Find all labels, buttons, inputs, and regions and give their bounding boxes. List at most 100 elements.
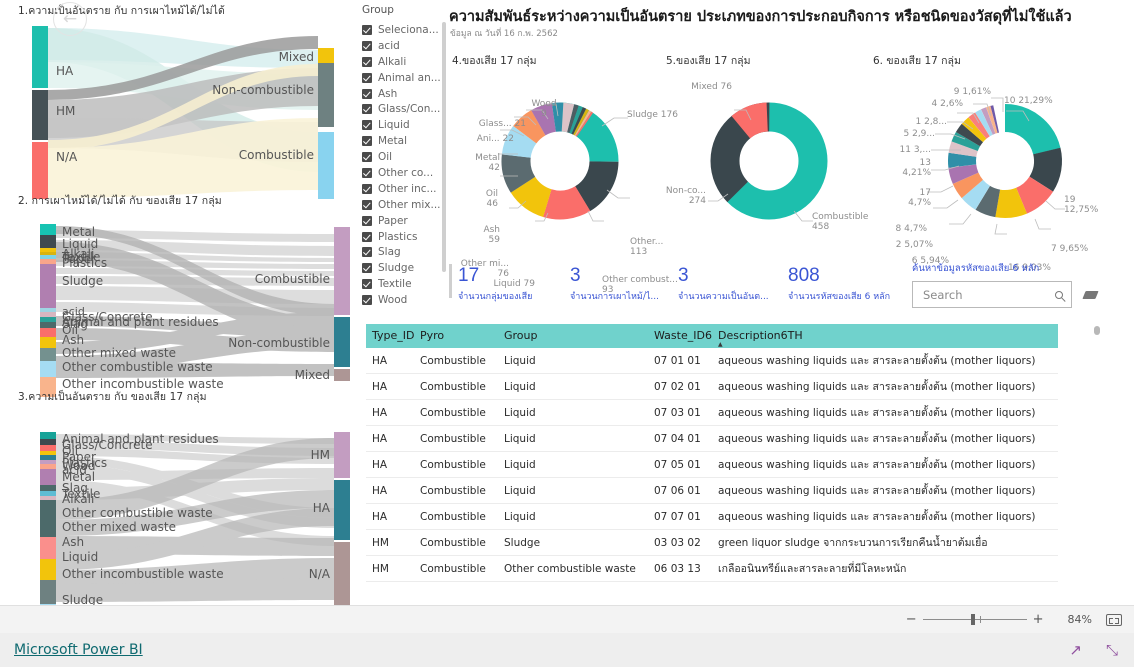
slicer-item[interactable]: Animal an... (362, 70, 446, 86)
checkbox-icon[interactable] (362, 183, 372, 194)
sankey-3-node-othercomb[interactable] (40, 500, 56, 537)
checkbox-icon[interactable] (362, 215, 372, 226)
sankey-1-node-ha[interactable] (32, 26, 48, 88)
checkbox-icon[interactable] (362, 40, 372, 51)
checkbox-icon[interactable] (362, 263, 372, 274)
slicer-item[interactable]: Other inc... (362, 181, 446, 197)
table-row[interactable]: HA Combustible Liquid 07 06 01 aqueous washi… (366, 477, 1058, 504)
search-panel[interactable]: ค้นหาข้อมูลรหัสของเสีย 6 หลัก (912, 261, 1099, 308)
checkbox-icon[interactable] (362, 279, 372, 290)
search-row[interactable] (912, 281, 1099, 308)
table-row[interactable]: HA Combustible Liquid 07 03 01 aqueous washi… (366, 399, 1058, 426)
checkbox-icon[interactable] (362, 231, 372, 242)
eraser-icon[interactable] (1082, 290, 1099, 299)
checkbox-icon[interactable] (362, 247, 372, 258)
zoom-in-button[interactable]: + (1027, 613, 1050, 626)
sankey-2-node-noncombustible[interactable] (334, 317, 350, 367)
column-header-description6th[interactable]: Description6TH (712, 324, 1058, 348)
sankey-2-node-sludge[interactable] (40, 264, 56, 308)
checkbox-icon[interactable] (362, 24, 372, 35)
slicer-item[interactable]: Other mix... (362, 197, 446, 213)
column-header-waste-id6[interactable]: Waste_ID6 (648, 324, 712, 348)
kpi-card-hazard-types[interactable]: 3 จำนวนความเป็นอันต... (678, 266, 769, 303)
sankey-2-node-oil[interactable] (40, 328, 56, 337)
slicer-item[interactable]: Metal (362, 133, 446, 149)
table-row[interactable]: HA Combustible Liquid 07 04 01 aqueous washi… (366, 425, 1058, 452)
sankey-1-node-na[interactable] (32, 142, 48, 199)
table-scrollbar-thumb[interactable] (1094, 326, 1100, 335)
search-input[interactable] (921, 286, 1051, 303)
sankey-3-node-hm[interactable] (334, 432, 350, 478)
slicer-item[interactable]: Glass/Con... (362, 101, 446, 117)
checkbox-icon[interactable] (362, 120, 372, 131)
slicer-item[interactable]: Seleciona... (362, 22, 446, 38)
donut-chart-4[interactable]: Sludge 176 Other... 113 Other combust... 9… (452, 66, 678, 295)
checkbox-icon[interactable] (362, 104, 372, 115)
table-row[interactable]: HM Combustible Sludge 03 03 02 green liquor … (366, 529, 1058, 556)
sankey-1-node-hm[interactable] (32, 90, 48, 140)
fit-to-page-icon[interactable] (1106, 613, 1122, 626)
sankey-3-node-animal[interactable] (40, 432, 56, 439)
slicer-item[interactable]: Plastics (362, 229, 446, 245)
table-row[interactable]: HA Combustible Liquid 07 01 01 aqueous washi… (366, 348, 1058, 374)
kpi-card-combustion-types[interactable]: 3 จำนวนการเผาไหม้/ไ... (570, 266, 659, 303)
checkbox-icon[interactable] (362, 72, 372, 83)
slicer-item[interactable]: Other co... (362, 165, 446, 181)
checkbox-icon[interactable] (362, 136, 372, 147)
sankey-1-node-comb[interactable] (318, 132, 334, 199)
sankey-2-node-metal[interactable] (40, 224, 56, 235)
sankey-3-node-liquid[interactable] (40, 580, 56, 604)
slicer-scrollbar[interactable] (442, 22, 446, 272)
kpi-card-waste-groups[interactable]: 17 จำนวนกลุ่มของเสีย (449, 264, 532, 303)
zoom-out-button[interactable]: − (900, 613, 923, 626)
sankey-chart-1[interactable]: 1.ความเป็นอันตราย กับ การเผาไหม้ได้/ไม่ไ… (0, 2, 360, 200)
sankey-1-node-noncomb[interactable] (318, 63, 334, 127)
slicer-item[interactable]: Ash (362, 86, 446, 102)
zoom-slider-thumb[interactable] (970, 614, 975, 625)
sankey-2-node-combustible[interactable] (334, 227, 350, 315)
sankey-3-node-ha[interactable] (334, 480, 350, 540)
slicer-item[interactable]: acid (362, 38, 446, 54)
zoom-slider[interactable] (922, 614, 1027, 625)
table-row[interactable]: HA Combustible Liquid 07 07 01 aqueous washi… (366, 503, 1058, 530)
column-header-type-id[interactable]: Type_ID (366, 324, 414, 348)
sankey-3-node-metal[interactable] (40, 469, 56, 485)
search-input-box[interactable] (912, 281, 1072, 308)
data-table[interactable]: Type_ID Pyro Group Waste_ID6 Description… (366, 324, 1058, 586)
checkbox-icon[interactable] (362, 295, 372, 306)
share-icon[interactable]: ↗ (1069, 641, 1082, 659)
slicer-list[interactable]: Seleciona... acid Alkali Animal an... As… (362, 22, 446, 306)
checkbox-icon[interactable] (362, 56, 372, 67)
slicer-item[interactable]: Sludge (362, 260, 446, 276)
table-row[interactable]: HA Combustible Liquid 07 05 01 aqueous washi… (366, 451, 1058, 478)
donut-chart-5[interactable]: Combustible 458 Non-co... 274 Mixed 76 (666, 66, 873, 246)
slicer-item[interactable]: Liquid (362, 117, 446, 133)
slicer-item[interactable]: Paper (362, 213, 446, 229)
checkbox-icon[interactable] (362, 199, 372, 210)
checkbox-icon[interactable] (362, 152, 372, 163)
sankey-2-node-mixed[interactable] (334, 369, 350, 381)
checkbox-icon[interactable] (362, 167, 372, 178)
column-header-pyro[interactable]: Pyro (414, 324, 498, 348)
sankey-2-node-liquid[interactable] (40, 235, 56, 248)
sankey-2-node-othercomb[interactable] (40, 361, 56, 377)
table-row[interactable]: HM Combustible Other combustible waste 06 0… (366, 555, 1058, 582)
sankey-2-node-ash[interactable] (40, 337, 56, 348)
power-bi-brand-link[interactable]: Microsoft Power BI (14, 642, 143, 658)
slicer-item[interactable]: Wood (362, 292, 446, 306)
table-row[interactable]: N/ACombustibleOther combustible waste06 … (366, 581, 1058, 586)
sankey-3-node-ash[interactable] (40, 559, 56, 580)
search-icon[interactable] (1055, 290, 1063, 299)
slicer-item[interactable]: Oil (362, 149, 446, 165)
kpi-card-waste-codes[interactable]: 808 จำนวนรหัสของเสีย 6 หลัก (788, 266, 890, 303)
sankey-1-node-mixed[interactable] (318, 48, 334, 63)
slicer-item[interactable]: Slag (362, 244, 446, 260)
donut-chart-6[interactable]: 10 21,29% 19 12,75% 7 9,65% 16 9,03% 6 5,… (873, 66, 1134, 273)
sankey-3-node-othermixed[interactable] (40, 537, 56, 559)
sankey-chart-2[interactable]: 2. การเผาไหม้ได้/ไม่ได้ กับ ของเสีย 17 ก… (0, 192, 360, 397)
group-slicer[interactable]: Group Seleciona... acid Alkali Animal an… (362, 4, 446, 309)
back-arrow-icon[interactable]: ← (53, 2, 87, 36)
sankey-3-node-na[interactable] (334, 542, 350, 605)
fullscreen-icon[interactable]: ⤡ (1106, 641, 1118, 659)
slicer-item[interactable]: Textile (362, 276, 446, 292)
